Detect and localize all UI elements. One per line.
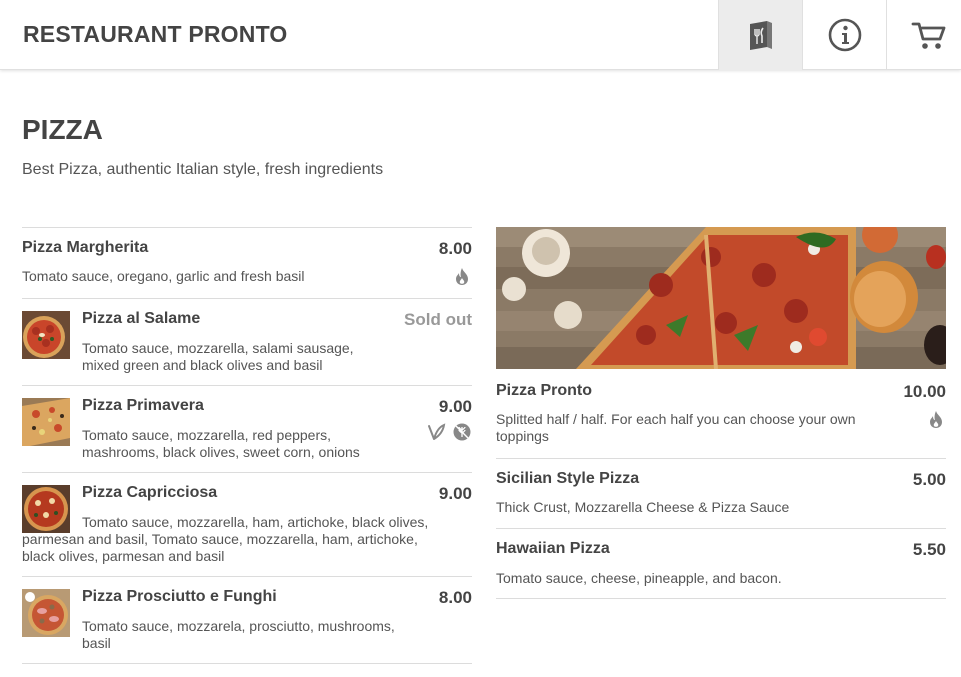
restaurant-name: RESTAURANT PRONTO xyxy=(23,21,288,47)
menu-item[interactable]: Pizza Margherita 8.00 Tomato sauce, oreg… xyxy=(22,227,472,298)
menu-item[interactable]: Hawaiian Pizza 5.50 Tomato sauce, cheese… xyxy=(496,528,946,599)
item-description: Tomato sauce, oregano, garlic and fresh … xyxy=(22,268,305,284)
featured-pizza-image xyxy=(496,227,946,369)
item-description: Tomato sauce, mozzarella, ham, artichoke… xyxy=(22,514,429,564)
spicy-icon xyxy=(926,409,946,429)
menu-tab-button[interactable] xyxy=(718,0,802,70)
menu-item[interactable]: Pizza Prosciutto e Funghi 8.00 Tomato sa… xyxy=(22,576,472,664)
item-price: 5.50 xyxy=(912,540,946,559)
item-name: Pizza Capricciosa xyxy=(82,484,218,501)
menu-item[interactable]: Pizza Primavera 9.00 Tomato sauce, mozza… xyxy=(22,385,472,472)
menu-item[interactable]: Pizza Capricciosa 9.00 Tomato sauce, moz… xyxy=(22,472,472,576)
item-description: Thick Crust, Mozzarella Cheese & Pizza S… xyxy=(496,499,790,515)
item-description: Tomato sauce, mozzarella, red peppers, m… xyxy=(82,427,360,460)
item-price: 8.00 xyxy=(438,239,472,258)
item-flags xyxy=(926,409,946,429)
cart-icon xyxy=(911,22,945,49)
info-tab-button[interactable] xyxy=(802,0,886,70)
item-description: Tomato sauce, mozzarella, salami sausage… xyxy=(82,340,354,373)
category-title: PIZZA xyxy=(22,114,103,145)
item-name: Sicilian Style Pizza xyxy=(496,470,640,487)
app-header: RESTAURANT PRONTO xyxy=(0,0,961,70)
item-price: 9.00 xyxy=(438,484,472,503)
item-sold-out-label: Sold out xyxy=(404,310,472,329)
category-subtitle: Best Pizza, authentic Italian style, fre… xyxy=(22,161,384,178)
spicy-icon xyxy=(452,266,472,286)
item-price: 8.00 xyxy=(438,588,472,607)
item-thumbnail xyxy=(22,311,70,359)
item-name: Pizza Primavera xyxy=(82,397,204,414)
menu-item[interactable]: Pizza al Salame Sold out Tomato sauce, m… xyxy=(22,298,472,385)
item-price: 5.00 xyxy=(912,470,946,489)
item-description: Tomato sauce, mozzarela, prosciutto, mus… xyxy=(82,618,395,651)
menu-column-right: Pizza Pronto 10.00 Splitted half / half.… xyxy=(496,227,946,599)
item-name: Hawaiian Pizza xyxy=(496,540,610,557)
item-name: Pizza Margherita xyxy=(22,239,149,256)
vegetarian-icon xyxy=(426,422,446,442)
menu-item[interactable]: Pizza Pronto 10.00 Splitted half / half.… xyxy=(496,369,946,458)
menu-item[interactable]: Sicilian Style Pizza 5.00 Thick Crust, M… xyxy=(496,458,946,528)
item-description: Splitted half / half. For each half you … xyxy=(496,411,856,444)
item-price: 9.00 xyxy=(438,397,472,416)
item-flags xyxy=(426,422,472,442)
item-thumbnail xyxy=(22,398,70,446)
menu-column-left: Pizza Margherita 8.00 Tomato sauce, oreg… xyxy=(22,227,472,664)
info-icon xyxy=(828,18,861,52)
gluten-free-icon xyxy=(452,422,472,442)
item-price: 10.00 xyxy=(903,382,946,401)
item-flags xyxy=(452,266,472,286)
menu-book-icon xyxy=(749,21,772,50)
item-name: Pizza Prosciutto e Funghi xyxy=(82,588,277,605)
item-name: Pizza Pronto xyxy=(496,382,593,399)
item-name: Pizza al Salame xyxy=(82,310,201,327)
item-description: Tomato sauce, cheese, pineapple, and bac… xyxy=(496,570,782,586)
item-thumbnail xyxy=(22,589,70,637)
cart-tab-button[interactable] xyxy=(886,0,961,70)
